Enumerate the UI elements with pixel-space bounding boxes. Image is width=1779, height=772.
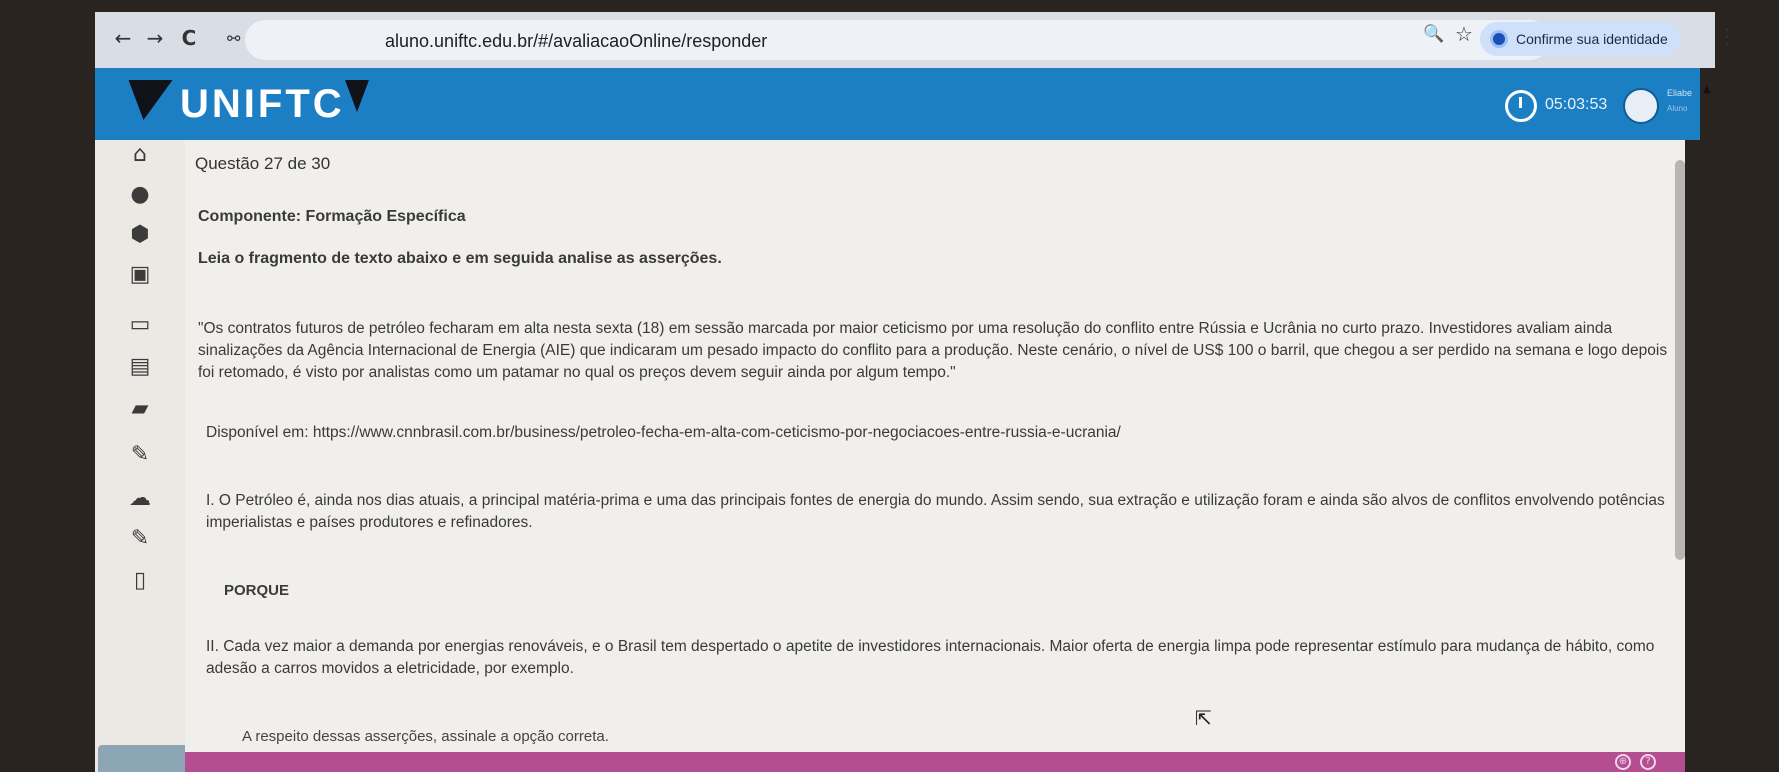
confirm-identity-label: Confirme sua identidade <box>1516 31 1668 47</box>
browser-menu-icon[interactable]: ⋮ <box>1717 24 1737 48</box>
source-citation: Disponível em: https://www.cnnbrasil.com… <box>206 424 1121 441</box>
bank-icon[interactable]: ▣ <box>125 262 155 288</box>
home-icon[interactable]: ⌂ <box>125 142 155 168</box>
cube-icon[interactable]: ⬢ <box>125 222 155 248</box>
chat-icon[interactable]: ☁ <box>125 486 155 512</box>
folder-icon[interactable]: ▰ <box>125 396 155 422</box>
pencil-icon[interactable]: ✎ <box>125 442 155 468</box>
calendar-icon[interactable]: ▤ <box>125 354 155 380</box>
forward-icon[interactable]: → <box>143 26 167 50</box>
user-name: Eliabe <box>1667 88 1693 98</box>
address-bar[interactable]: aluno.uniftc.edu.br/#/avaliacaoOnline/re… <box>245 20 1550 60</box>
question-instruction: Leia o fragmento de texto abaixo e em se… <box>198 250 722 267</box>
monitor-icon[interactable]: ▭ <box>125 312 155 338</box>
app-header: UNIFTC 05:03:53 Eliabe Aluno ▲ <box>95 68 1711 140</box>
logo: UNIFTC <box>180 82 345 126</box>
profile-icon <box>1490 30 1508 48</box>
reload-icon[interactable]: C <box>177 26 201 50</box>
back-icon[interactable]: ← <box>111 26 135 50</box>
help-icon[interactable]: ? <box>1640 754 1656 770</box>
globe-icon[interactable]: ⊕ <box>1615 754 1631 770</box>
scroll-up-icon[interactable]: ▲ <box>1703 84 1711 95</box>
connector-label: PORQUE <box>224 582 290 599</box>
question-panel: Questão 27 de 30 Componente: Formação Es… <box>185 140 1685 752</box>
assertion-2: II. Cada vez maior a demanda por energia… <box>206 638 1655 677</box>
avatar[interactable] <box>1623 88 1659 124</box>
alert-icon[interactable]: ● <box>125 182 155 208</box>
answer-prompt: A respeito dessas asserções, assinale a … <box>242 728 609 745</box>
question-quote: "Os contratos futuros de petróleo fechar… <box>198 320 1668 381</box>
assertion-1: I. O Petróleo é, ainda nos dias atuais, … <box>206 492 1665 531</box>
logo-mark-icon <box>345 80 369 112</box>
question-number: Questão 27 de 30 <box>195 154 331 173</box>
url-text[interactable]: aluno.uniftc.edu.br/#/avaliacaoOnline/re… <box>385 31 767 52</box>
confirm-identity-button[interactable]: Confirme sua identidade <box>1480 22 1680 56</box>
exam-timer: 05:03:53 <box>1545 96 1608 113</box>
scrollbar[interactable] <box>1675 160 1685 560</box>
sidebar: ⌂ ● ⬢ ▣ ▭ ▤ ▰ ✎ ☁ ✎ ▯ <box>95 140 185 772</box>
question-component: Componente: Formação Específica <box>198 208 466 225</box>
pencil-icon[interactable]: ✎ <box>125 526 155 552</box>
user-role: Aluno <box>1667 104 1688 113</box>
browser-toolbar: ← → C aluno.uniftc.edu.br/#/avaliacaoOnl… <box>95 12 1737 68</box>
site-info-icon[interactable]: ⚯ <box>227 29 240 48</box>
document-icon[interactable]: ▯ <box>125 568 155 594</box>
zoom-icon[interactable]: 🔍 <box>1423 24 1444 44</box>
footer-bar: ⊕ ? <box>185 752 1685 772</box>
menu-toggle-icon[interactable] <box>121 80 173 120</box>
bookmark-star-icon[interactable]: ☆ <box>1455 22 1473 46</box>
clock-icon <box>1505 90 1537 122</box>
mouse-cursor-icon: ⇱ <box>1195 706 1212 730</box>
